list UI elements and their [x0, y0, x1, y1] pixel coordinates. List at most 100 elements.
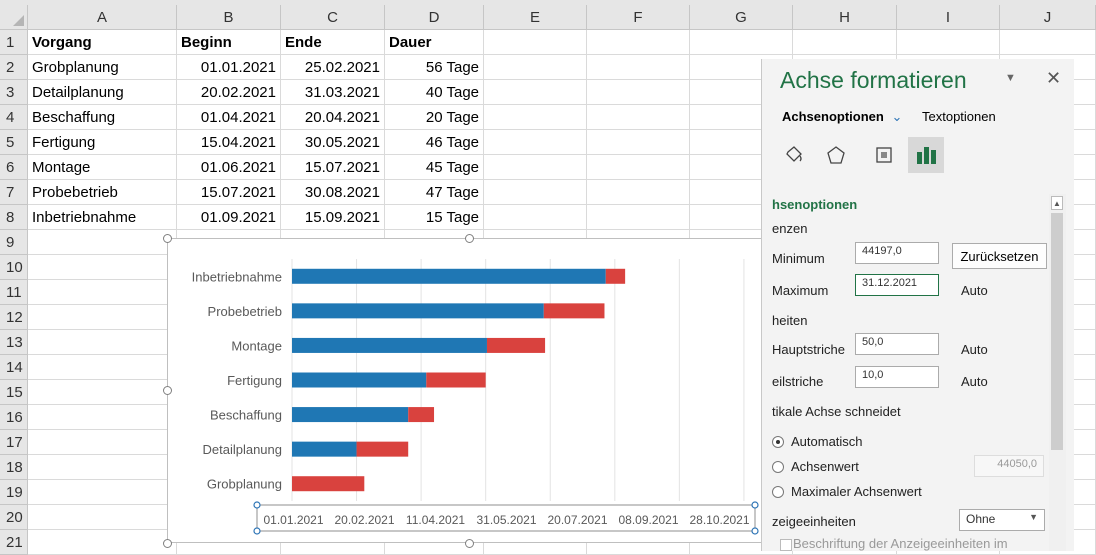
cell[interactable] [587, 205, 690, 230]
table-cell[interactable]: 47 Tage [385, 180, 484, 205]
cell[interactable] [28, 355, 177, 380]
offset-bar-inbetriebnahme[interactable] [292, 268, 606, 284]
table-cell[interactable]: 20.02.2021 [177, 80, 281, 105]
axis-selection-handle[interactable] [253, 501, 261, 509]
table-header-cell[interactable]: Dauer [385, 30, 484, 55]
table-cell[interactable]: Inbetriebnahme [28, 205, 177, 230]
offset-bar-detailplanung[interactable] [292, 441, 357, 457]
table-cell[interactable]: 56 Tage [385, 55, 484, 80]
display-units-select[interactable]: Ohne ▼ [959, 509, 1045, 531]
minor-unit-input[interactable]: 10,0 [855, 366, 939, 388]
column-header-A[interactable]: A [28, 5, 177, 30]
cell[interactable] [484, 180, 587, 205]
cell[interactable] [484, 105, 587, 130]
cell[interactable] [484, 130, 587, 155]
tab-text-options[interactable]: Textoptionen [922, 109, 996, 124]
cell[interactable] [897, 30, 1000, 55]
display-units-caption-checkbox[interactable] [780, 539, 792, 551]
axis-selection-handle[interactable] [253, 527, 261, 535]
duration-bar-inbetriebnahme[interactable] [605, 268, 626, 284]
cell[interactable] [28, 405, 177, 430]
column-header-G[interactable]: G [690, 5, 793, 30]
column-header-J[interactable]: J [1000, 5, 1096, 30]
column-header-F[interactable]: F [587, 5, 690, 30]
cell[interactable] [28, 380, 177, 405]
pane-scrollbar[interactable]: ▲ [1049, 194, 1066, 551]
axis-value-radio[interactable] [772, 461, 784, 473]
cell[interactable] [484, 30, 587, 55]
table-cell[interactable]: 20 Tage [385, 105, 484, 130]
automatic-radio[interactable] [772, 436, 784, 448]
column-header-D[interactable]: D [385, 5, 484, 30]
table-cell[interactable]: 01.01.2021 [177, 55, 281, 80]
cell[interactable] [587, 105, 690, 130]
table-cell[interactable]: Beschaffung [28, 105, 177, 130]
column-header-E[interactable]: E [484, 5, 587, 30]
table-cell[interactable]: 30.08.2021 [281, 180, 385, 205]
table-cell[interactable]: 15.09.2021 [281, 205, 385, 230]
row-header-16[interactable]: 16 [0, 405, 28, 430]
cell[interactable] [1000, 30, 1096, 55]
cell[interactable] [28, 480, 177, 505]
table-cell[interactable]: Probebetrieb [28, 180, 177, 205]
cell[interactable] [484, 205, 587, 230]
cell[interactable] [28, 255, 177, 280]
row-header-6[interactable]: 6 [0, 155, 28, 180]
column-header-B[interactable]: B [177, 5, 281, 30]
row-header-20[interactable]: 20 [0, 505, 28, 530]
offset-bar-probebetrieb[interactable] [292, 303, 544, 319]
column-header-I[interactable]: I [897, 5, 1000, 30]
table-cell[interactable]: Montage [28, 155, 177, 180]
row-header-19[interactable]: 19 [0, 480, 28, 505]
table-cell[interactable]: Grobplanung [28, 55, 177, 80]
table-cell[interactable]: 15.07.2021 [281, 155, 385, 180]
gantt-chart[interactable]: Grobplanung Detailplanung Beschaffung Ferti… [163, 234, 772, 548]
axis-selection-handle[interactable] [751, 501, 759, 509]
table-cell[interactable]: 01.09.2021 [177, 205, 281, 230]
row-header-15[interactable]: 15 [0, 380, 28, 405]
table-cell[interactable]: 15.07.2021 [177, 180, 281, 205]
table-cell[interactable]: 31.03.2021 [281, 80, 385, 105]
row-header-11[interactable]: 11 [0, 280, 28, 305]
chart-resize-handle[interactable] [465, 539, 474, 548]
row-header-8[interactable]: 8 [0, 205, 28, 230]
table-header-cell[interactable]: Vorgang [28, 30, 177, 55]
fill-line-icon[interactable] [776, 137, 812, 173]
row-header-5[interactable]: 5 [0, 130, 28, 155]
cell[interactable] [587, 130, 690, 155]
row-header-4[interactable]: 4 [0, 105, 28, 130]
row-header-2[interactable]: 2 [0, 55, 28, 80]
cell[interactable] [28, 505, 177, 530]
size-properties-icon[interactable] [866, 137, 902, 173]
duration-bar-probebetrieb[interactable] [543, 303, 605, 319]
pane-menu-icon[interactable]: ▼ [1005, 72, 1016, 84]
offset-bar-fertigung[interactable] [292, 372, 427, 388]
cell[interactable] [28, 430, 177, 455]
table-cell[interactable]: Detailplanung [28, 80, 177, 105]
table-cell[interactable]: 45 Tage [385, 155, 484, 180]
table-cell[interactable]: 15 Tage [385, 205, 484, 230]
table-header-cell[interactable]: Beginn [177, 30, 281, 55]
cell[interactable] [28, 455, 177, 480]
duration-bar-grobplanung[interactable] [292, 476, 365, 492]
effects-icon[interactable] [818, 137, 854, 173]
row-header-13[interactable]: 13 [0, 330, 28, 355]
cell[interactable] [484, 80, 587, 105]
max-axis-value-radio[interactable] [772, 486, 784, 498]
cell[interactable] [587, 155, 690, 180]
cell[interactable] [587, 80, 690, 105]
axis-options-icon[interactable] [908, 137, 944, 173]
table-cell[interactable]: 20.04.2021 [281, 105, 385, 130]
axis-value-input[interactable]: 44050,0 [974, 455, 1044, 477]
duration-bar-detailplanung[interactable] [356, 441, 409, 457]
table-cell[interactable]: 01.06.2021 [177, 155, 281, 180]
cell[interactable] [28, 330, 177, 355]
row-header-18[interactable]: 18 [0, 455, 28, 480]
table-cell[interactable]: 15.04.2021 [177, 130, 281, 155]
row-header-21[interactable]: 21 [0, 530, 28, 555]
table-cell[interactable]: 01.04.2021 [177, 105, 281, 130]
offset-bar-montage[interactable] [292, 337, 487, 353]
row-header-3[interactable]: 3 [0, 80, 28, 105]
row-header-9[interactable]: 9 [0, 230, 28, 255]
maximum-input[interactable]: 31.12.2021 [855, 274, 939, 296]
